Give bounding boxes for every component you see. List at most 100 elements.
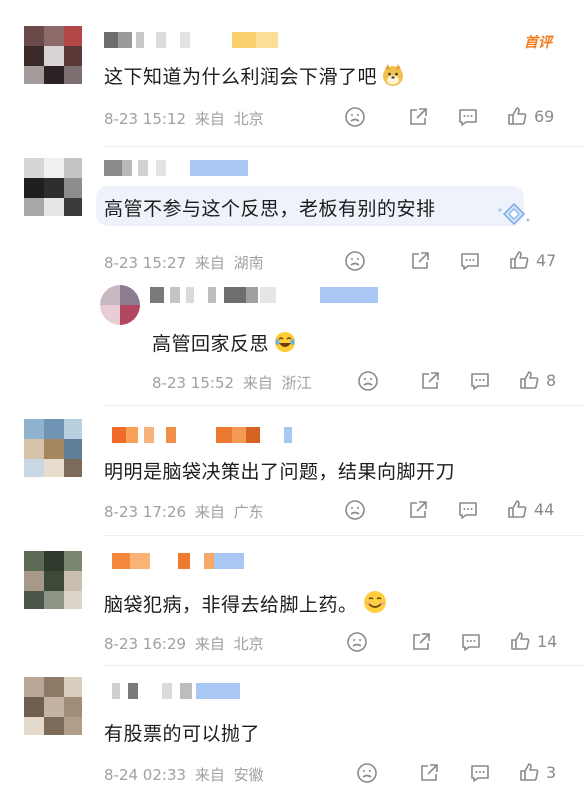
comment-date: 8-23 15:52 [152,374,235,392]
share-button[interactable] [418,762,440,784]
dislike-button[interactable] [356,762,378,784]
doge-icon [381,63,405,92]
like-count: 44 [534,499,555,519]
comment-icon [471,765,489,782]
comment-date: 8-23 16:29 [104,635,187,653]
comment-meta: 8-23 15:52 来自 浙江 [152,372,316,393]
username-blurred[interactable] [104,427,304,443]
reply-button[interactable] [459,250,481,272]
comment-location: 广东 [233,503,264,521]
comment-icon [459,502,477,519]
comment-item: 明明是脑袋决策出了问题，结果向脚开刀 8-23 17:26 来自 广东 44 [0,407,584,537]
comment-location: 浙江 [281,374,312,392]
divider [104,535,584,536]
sad-face-icon [358,371,378,391]
username-blurred[interactable] [104,683,304,699]
avatar[interactable] [100,285,140,325]
sticker-icon [496,202,532,228]
thumbs-up-icon [520,763,539,781]
sad-face-icon [347,632,367,652]
comment-meta: 8-23 15:12 来自 北京 [104,108,268,129]
smile-icon [362,589,388,620]
comment-date: 8-23 15:27 [104,254,187,272]
reply-item: 高管回家反思 8-23 15:52 来自 浙江 8 [0,283,584,407]
like-button[interactable]: 69 [506,105,554,127]
comment-text: 高管不参与这个反思，老板有别的安排 [104,198,436,220]
comment-meta: 8-24 02:33 来自 安徽 [104,764,268,785]
reply-button[interactable] [469,370,491,392]
comment-icon [462,634,480,651]
thumbs-up-icon [508,107,527,125]
comment-icon [459,109,477,126]
comment-item: 有股票的可以抛了 8-24 02:33 来自 安徽 3 [0,667,584,800]
comment-date: 8-24 02:33 [104,766,187,784]
avatar[interactable] [24,551,82,609]
comment-item: 高管不参与这个反思，老板有别的安排 8-23 15:27 来自 湖南 47 [0,148,584,283]
comment-text: 高管回家反思 [152,329,297,359]
share-icon [412,252,429,269]
share-button[interactable] [407,499,429,521]
thumbs-up-icon [508,500,527,518]
comment-location: 北京 [233,635,264,653]
comment-from: 来自 [194,766,225,784]
like-button[interactable]: 47 [508,249,556,271]
like-count: 47 [536,250,557,270]
comment-meta: 8-23 15:27 来自 湖南 [104,252,268,273]
reply-button[interactable] [457,499,479,521]
divider [104,146,584,147]
comment-text: 明明是脑袋决策出了问题，结果向脚开刀 [104,461,456,483]
username-blurred[interactable] [104,32,304,48]
comment-from: 来自 [194,254,225,272]
comment-date: 8-23 17:26 [104,503,187,521]
username-blurred[interactable] [104,160,304,176]
username-blurred[interactable] [150,287,380,303]
comment-date: 8-23 15:12 [104,110,187,128]
sad-face-icon [357,763,377,783]
like-button[interactable]: 8 [518,369,556,391]
avatar[interactable] [24,677,82,735]
dislike-button[interactable] [346,631,368,653]
comment-text: 脑袋犯病，非得去给脚上药。 [104,589,388,620]
dislike-button[interactable] [357,370,379,392]
comment-item: 首评 这下知道为什么利润会下滑了吧 8-23 15:12 来自 北京 69 [0,0,584,148]
reply-button[interactable] [460,631,482,653]
comment-item: 脑袋犯病，非得去给脚上药。 8-23 16:29 来自 北京 14 [0,537,584,667]
share-button[interactable] [419,370,441,392]
sad-face-icon [345,500,365,520]
comment-text: 有股票的可以抛了 [104,723,261,745]
comment-meta: 8-23 17:26 来自 广东 [104,501,268,522]
avatar[interactable] [24,158,82,216]
comment-text: 这下知道为什么利润会下滑了吧 [104,62,405,92]
first-comment-tag: 首评 [524,35,552,51]
like-count: 3 [546,762,557,782]
sad-face-icon [345,251,365,271]
comment-icon [461,253,479,270]
share-button[interactable] [410,631,432,653]
share-button[interactable] [407,106,429,128]
like-count: 14 [537,631,558,651]
like-button[interactable]: 14 [509,630,557,652]
share-icon [410,501,427,518]
dislike-button[interactable] [344,499,366,521]
avatar[interactable] [24,419,82,477]
avatar[interactable] [24,26,82,84]
share-icon [422,372,439,389]
dislike-button[interactable] [344,106,366,128]
comment-icon [471,373,489,390]
like-count: 69 [534,106,555,126]
dislike-button[interactable] [344,250,366,272]
comment-from: 来自 [194,503,225,521]
comment-location: 湖南 [233,254,264,272]
thumbs-up-icon [511,632,530,650]
comment-location: 北京 [233,110,264,128]
share-button[interactable] [409,250,431,272]
comment-from: 来自 [194,110,225,128]
reply-button[interactable] [469,762,491,784]
reply-button[interactable] [457,106,479,128]
share-icon [421,764,438,781]
like-button[interactable]: 44 [506,498,554,520]
sad-face-icon [345,107,365,127]
like-count: 8 [546,370,557,390]
like-button[interactable]: 3 [518,761,556,783]
username-blurred[interactable] [104,553,304,569]
